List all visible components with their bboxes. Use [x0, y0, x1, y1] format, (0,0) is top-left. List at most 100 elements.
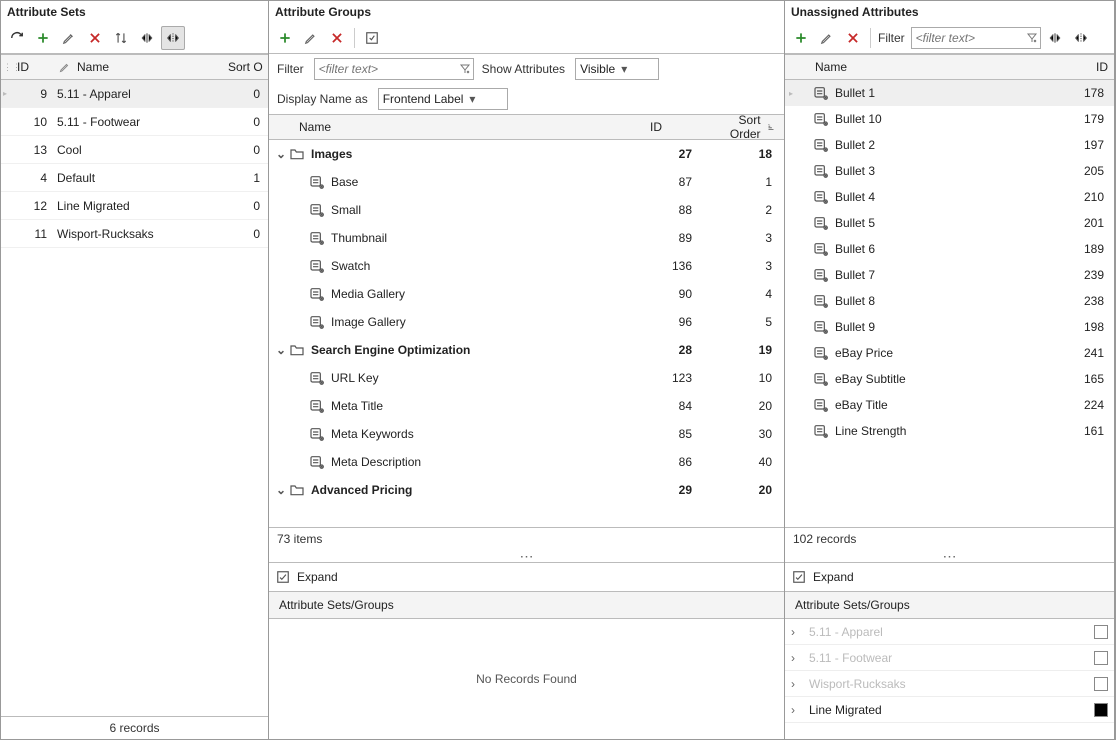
- attribute-name: eBay Price: [835, 346, 893, 360]
- attribute-row[interactable]: URL Key12310: [269, 364, 784, 392]
- subgrid-row[interactable]: ›5.11 - Footwear: [785, 645, 1114, 671]
- attribute-row[interactable]: Bullet 2197: [785, 132, 1114, 158]
- column-name[interactable]: Name: [51, 59, 222, 75]
- cell-name: 5.11 - Footwear: [53, 115, 238, 129]
- chevron-down-icon[interactable]: ⌄: [273, 483, 289, 497]
- group-row[interactable]: ⌄Images2718: [269, 140, 784, 168]
- expand-columns-button[interactable]: [1069, 26, 1093, 50]
- collapse-columns-button[interactable]: [135, 26, 159, 50]
- checkbox[interactable]: [1094, 703, 1108, 717]
- column-sort[interactable]: Sort O: [222, 60, 268, 74]
- filter-clear-icon[interactable]: [457, 60, 473, 78]
- cell-sort: 1: [238, 171, 266, 185]
- expand-button[interactable]: Expand: [269, 563, 784, 592]
- chevron-right-icon[interactable]: ›: [791, 651, 803, 665]
- collapse-columns-button[interactable]: [1043, 26, 1067, 50]
- attribute-row[interactable]: Meta Description8640: [269, 448, 784, 476]
- toggle-expand-button[interactable]: [360, 26, 384, 50]
- attribute-row[interactable]: Swatch1363: [269, 252, 784, 280]
- column-id[interactable]: ID: [11, 60, 51, 74]
- table-row[interactable]: 13Cool0: [1, 136, 268, 164]
- checkbox[interactable]: [1094, 651, 1108, 665]
- filter-text-field[interactable]: [315, 62, 457, 76]
- group-name: Images: [311, 147, 352, 161]
- resize-handle[interactable]: ⋯: [269, 550, 784, 562]
- edit-button[interactable]: [57, 26, 81, 50]
- add-button[interactable]: [31, 26, 55, 50]
- attribute-row[interactable]: Bullet 9198: [785, 314, 1114, 340]
- filter-clear-icon[interactable]: [1024, 29, 1040, 47]
- attribute-row[interactable]: Bullet 4210: [785, 184, 1114, 210]
- attribute-row[interactable]: Line Strength161: [785, 418, 1114, 444]
- attribute-row[interactable]: Image Gallery965: [269, 308, 784, 336]
- column-id[interactable]: ID: [1054, 60, 1114, 74]
- cell-id: 136: [640, 259, 700, 273]
- attribute-row[interactable]: Meta Keywords8530: [269, 420, 784, 448]
- group-row[interactable]: ⌄Search Engine Optimization2819: [269, 336, 784, 364]
- attribute-row[interactable]: Meta Title8420: [269, 392, 784, 420]
- attribute-row[interactable]: eBay Title224: [785, 392, 1114, 418]
- attribute-row[interactable]: Bullet 7239: [785, 262, 1114, 288]
- edit-button[interactable]: [299, 26, 323, 50]
- attribute-row[interactable]: Bullet 10179: [785, 106, 1114, 132]
- attribute-groups-title: Attribute Groups: [269, 1, 784, 23]
- table-row[interactable]: 11Wisport-Rucksaks0: [1, 220, 268, 248]
- subgrid-row[interactable]: ›5.11 - Apparel: [785, 619, 1114, 645]
- pencil-icon: [303, 30, 319, 46]
- table-row[interactable]: 105.11 - Footwear0: [1, 108, 268, 136]
- checkbox[interactable]: [1094, 625, 1108, 639]
- cell-sort: 0: [238, 227, 266, 241]
- subgrid-row[interactable]: ›Wisport-Rucksaks: [785, 671, 1114, 697]
- cell-sort: 18: [700, 147, 780, 161]
- delete-button[interactable]: [841, 26, 865, 50]
- checkbox[interactable]: [1094, 677, 1108, 691]
- expand-button[interactable]: Expand: [785, 563, 1114, 592]
- drag-handle-icon[interactable]: ⋮⋮: [1, 62, 11, 73]
- column-id[interactable]: ID: [644, 120, 704, 134]
- filter-input[interactable]: [911, 27, 1041, 49]
- chevron-right-icon[interactable]: ›: [791, 625, 803, 639]
- attribute-row[interactable]: ▸Bullet 1178: [785, 80, 1114, 106]
- add-button[interactable]: [789, 26, 813, 50]
- chevron-down-icon[interactable]: ⌄: [273, 147, 289, 161]
- attribute-row[interactable]: Small882: [269, 196, 784, 224]
- cell-id: 238: [1050, 294, 1110, 308]
- filter-text-field[interactable]: [912, 31, 1024, 45]
- show-attributes-select[interactable]: Visible ▾: [575, 58, 659, 80]
- cell-sort: 20: [700, 399, 780, 413]
- column-sort[interactable]: Sort Order: [704, 113, 784, 141]
- column-name[interactable]: Name: [269, 120, 644, 134]
- cell-id: 89: [640, 231, 700, 245]
- cell-sort: 4: [700, 287, 780, 301]
- expand-columns-button[interactable]: [161, 26, 185, 50]
- attribute-row[interactable]: Media Gallery904: [269, 280, 784, 308]
- delete-button[interactable]: [83, 26, 107, 50]
- chevron-right-icon[interactable]: ›: [791, 677, 803, 691]
- table-row[interactable]: 4Default1: [1, 164, 268, 192]
- attribute-row[interactable]: eBay Price241: [785, 340, 1114, 366]
- attribute-row[interactable]: eBay Subtitle165: [785, 366, 1114, 392]
- refresh-button[interactable]: [5, 26, 29, 50]
- attribute-sets-title: Attribute Sets: [1, 1, 268, 23]
- display-name-select[interactable]: Frontend Label ▾: [378, 88, 508, 110]
- attribute-row[interactable]: Base871: [269, 168, 784, 196]
- add-button[interactable]: [273, 26, 297, 50]
- chevron-right-icon[interactable]: ›: [791, 703, 803, 717]
- group-row[interactable]: ⌄Advanced Pricing2920: [269, 476, 784, 504]
- attribute-row[interactable]: Thumbnail893: [269, 224, 784, 252]
- resize-handle[interactable]: ⋯: [785, 550, 1114, 562]
- cell-sort: 0: [238, 115, 266, 129]
- edit-button[interactable]: [815, 26, 839, 50]
- chevron-down-icon[interactable]: ⌄: [273, 343, 289, 357]
- subgrid-row[interactable]: ›Line Migrated: [785, 697, 1114, 723]
- attribute-row[interactable]: Bullet 3205: [785, 158, 1114, 184]
- attribute-row[interactable]: Bullet 5201: [785, 210, 1114, 236]
- attribute-row[interactable]: Bullet 8238: [785, 288, 1114, 314]
- table-row[interactable]: 12Line Migrated0: [1, 192, 268, 220]
- filter-input[interactable]: [314, 58, 474, 80]
- delete-button[interactable]: [325, 26, 349, 50]
- sort-button[interactable]: [109, 26, 133, 50]
- attribute-row[interactable]: Bullet 6189: [785, 236, 1114, 262]
- column-name[interactable]: Name: [785, 60, 1054, 74]
- table-row[interactable]: ▸95.11 - Apparel0: [1, 80, 268, 108]
